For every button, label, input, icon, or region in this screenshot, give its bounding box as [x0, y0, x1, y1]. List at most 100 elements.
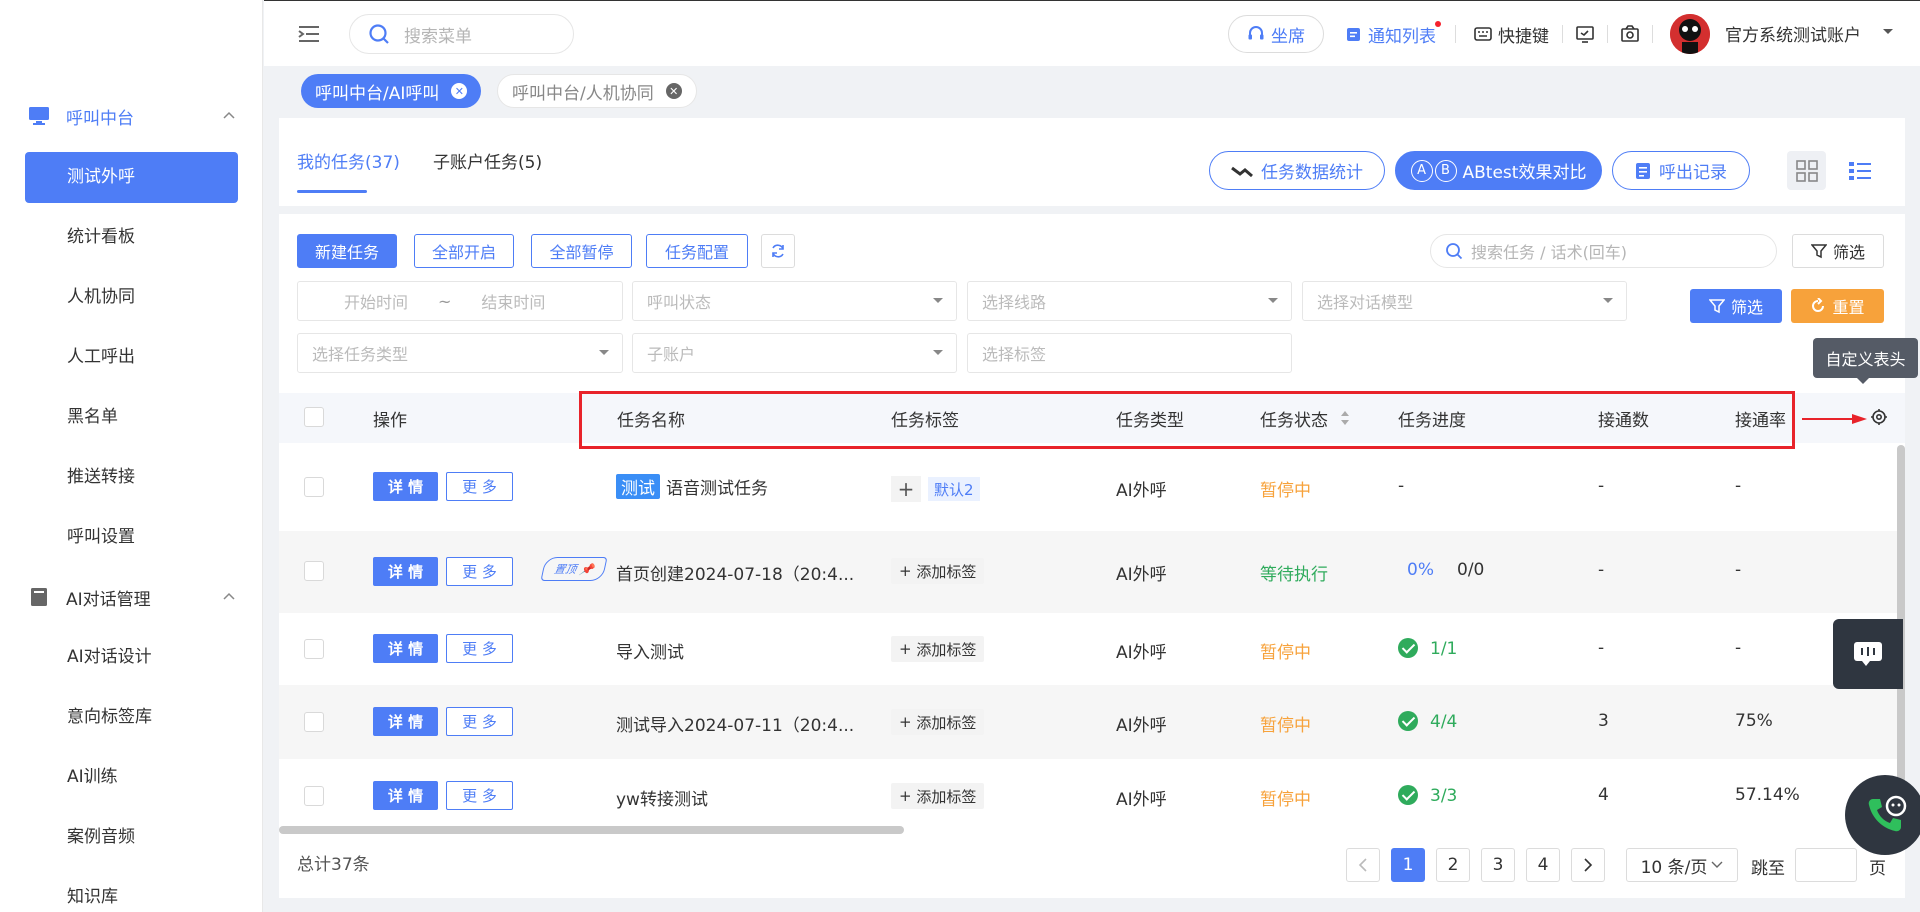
close-icon[interactable]: ✕	[451, 83, 468, 99]
page-3-button[interactable]: 3	[1481, 848, 1515, 882]
caret-down-icon[interactable]	[1882, 28, 1894, 36]
sidebar-item-test-call[interactable]: 测试外呼	[25, 152, 238, 203]
sidebar-item-case-audio[interactable]: 案例音频	[25, 812, 238, 863]
sidebar-group-ai-dialog[interactable]: AI对话管理	[28, 580, 238, 614]
detail-button[interactable]: 详 情	[373, 557, 438, 586]
task-name[interactable]: 测试 语音测试任务	[616, 474, 768, 499]
row-checkbox[interactable]	[304, 712, 324, 732]
shortcut-link[interactable]: 快捷键	[1474, 21, 1549, 47]
sidebar-item-knowledge[interactable]: 知识库	[25, 872, 238, 912]
task-type-select[interactable]: 选择任务类型	[297, 333, 623, 373]
phone-widget-button[interactable]	[1845, 775, 1920, 855]
gear-icon[interactable]	[1870, 408, 1888, 426]
menu-toggle-icon[interactable]	[298, 25, 320, 43]
list-view-button[interactable]	[1840, 151, 1879, 190]
connect-rate: 57.14%	[1735, 785, 1800, 805]
add-tag-button[interactable]: + 添加标签	[891, 709, 985, 735]
pause-all-button[interactable]: 全部暂停	[531, 234, 632, 268]
sidebar-item-ai-design[interactable]: AI对话设计	[25, 632, 238, 683]
row-checkbox[interactable]	[304, 561, 324, 581]
more-button[interactable]: 更 多	[446, 634, 513, 663]
task-search-input[interactable]: 搜索任务 / 话术(回车)	[1430, 234, 1777, 268]
add-tag-button[interactable]: + 添加标签	[891, 558, 985, 584]
start-time-placeholder: 开始时间	[344, 293, 409, 312]
call-log-button[interactable]: 呼出记录	[1612, 151, 1750, 190]
reset-button[interactable]: 重置	[1791, 289, 1884, 323]
close-icon[interactable]: ✕	[665, 83, 682, 99]
detail-button[interactable]: 详 情	[373, 634, 438, 663]
apply-filter-button[interactable]: 筛选	[1690, 289, 1782, 323]
filter-toggle-button[interactable]: 筛选	[1792, 234, 1884, 268]
avatar[interactable]	[1670, 14, 1710, 54]
page-2-button[interactable]: 2	[1436, 848, 1470, 882]
col-header-name: 任务名称	[617, 411, 685, 431]
sidebar-item-human-ai[interactable]: 人机协同	[25, 272, 238, 323]
new-task-button[interactable]: 新建任务	[297, 234, 397, 268]
sub-account-select[interactable]: 子账户	[632, 333, 957, 373]
time-range-picker[interactable]: 开始时间 ~ 结束时间	[297, 281, 623, 321]
horizontal-scrollbar[interactable]	[279, 826, 904, 834]
page-size-select[interactable]: 10 条/页	[1626, 848, 1738, 882]
menu-search-input[interactable]: 搜索菜单	[349, 14, 574, 54]
add-tag-label: 添加标签	[916, 787, 977, 806]
chat-widget-button[interactable]	[1833, 619, 1903, 689]
start-all-button[interactable]: 全部开启	[414, 234, 514, 268]
select-all-checkbox[interactable]	[304, 407, 324, 427]
add-tag-plus-button[interactable]: +	[891, 476, 921, 502]
sort-icon[interactable]	[1340, 410, 1350, 426]
detail-button[interactable]: 详 情	[373, 781, 438, 810]
sidebar-item-ai-training[interactable]: AI训练	[25, 752, 238, 803]
task-name[interactable]: 测试导入2024-07-11（20:4...	[616, 711, 854, 736]
row-checkbox[interactable]	[304, 639, 324, 659]
detail-button[interactable]: 详 情	[373, 472, 438, 501]
sidebar-item-dashboard[interactable]: 统计看板	[25, 212, 238, 263]
dialog-model-select[interactable]: 选择对话模型	[1302, 281, 1627, 321]
col-header-status[interactable]: 任务状态	[1260, 406, 1328, 431]
task-progress: -	[1398, 476, 1405, 496]
sidebar-item-manual-call[interactable]: 人工呼出	[25, 332, 238, 383]
seat-button[interactable]: 坐席	[1228, 15, 1324, 53]
sidebar-item-intent-tags[interactable]: 意向标签库	[25, 692, 238, 743]
detail-button[interactable]: 详 情	[373, 707, 438, 736]
task-config-button[interactable]: 任务配置	[646, 234, 748, 268]
sidebar-item-transfer[interactable]: 推送转接	[25, 452, 238, 503]
more-button[interactable]: 更 多	[446, 707, 513, 736]
open-tab-human-ai[interactable]: 呼叫中台/人机协同 ✕	[497, 74, 697, 108]
more-button[interactable]: 更 多	[446, 781, 513, 810]
tab-sub-account-tasks[interactable]: 子账户任务(5)	[433, 148, 542, 173]
notice-list-link[interactable]: 通知列表	[1346, 21, 1436, 47]
abtest-button[interactable]: AB ABtest效果对比	[1395, 151, 1602, 190]
sidebar-item-call-settings[interactable]: 呼叫设置	[25, 512, 238, 563]
tab-my-tasks[interactable]: 我的任务(37)	[297, 148, 400, 173]
task-progress: 3/3	[1398, 785, 1457, 806]
col-header-op: 操作	[373, 411, 407, 431]
open-tab-ai-call[interactable]: 呼叫中台/AI呼叫 ✕	[301, 74, 482, 108]
task-name[interactable]: 导入测试	[616, 638, 684, 663]
prev-page-button[interactable]	[1346, 848, 1380, 882]
refresh-button[interactable]	[761, 234, 795, 268]
label-select[interactable]: 选择标签	[967, 333, 1292, 373]
task-name[interactable]: 首页创建2024-07-18（20:4...	[616, 560, 854, 585]
chart-icon	[1231, 166, 1253, 177]
jump-page-input[interactable]	[1795, 848, 1857, 882]
screen-check-icon[interactable]	[1576, 25, 1594, 43]
add-tag-button[interactable]: + 添加标签	[891, 636, 985, 662]
add-tag-button[interactable]: + 添加标签	[891, 783, 985, 809]
row-checkbox[interactable]	[304, 786, 324, 806]
page-4-button[interactable]: 4	[1526, 848, 1560, 882]
row-checkbox[interactable]	[304, 477, 324, 497]
list-icon	[1848, 161, 1871, 180]
page-1-button[interactable]: 1	[1391, 848, 1425, 882]
next-page-button[interactable]	[1571, 848, 1605, 882]
camera-icon[interactable]	[1621, 25, 1639, 43]
task-name[interactable]: yw转接测试	[616, 785, 708, 810]
task-stats-button[interactable]: 任务数据统计	[1209, 151, 1385, 190]
user-name[interactable]: 官方系统测试账户	[1725, 21, 1861, 46]
sidebar-item-blacklist[interactable]: 黑名单	[25, 392, 238, 443]
grid-view-button[interactable]	[1787, 151, 1826, 190]
more-button[interactable]: 更 多	[446, 472, 513, 501]
more-button[interactable]: 更 多	[446, 557, 513, 586]
line-select[interactable]: 选择线路	[967, 281, 1292, 321]
sidebar-group-call-center[interactable]: 呼叫中台	[28, 99, 238, 133]
call-status-select[interactable]: 呼叫状态	[632, 281, 957, 321]
